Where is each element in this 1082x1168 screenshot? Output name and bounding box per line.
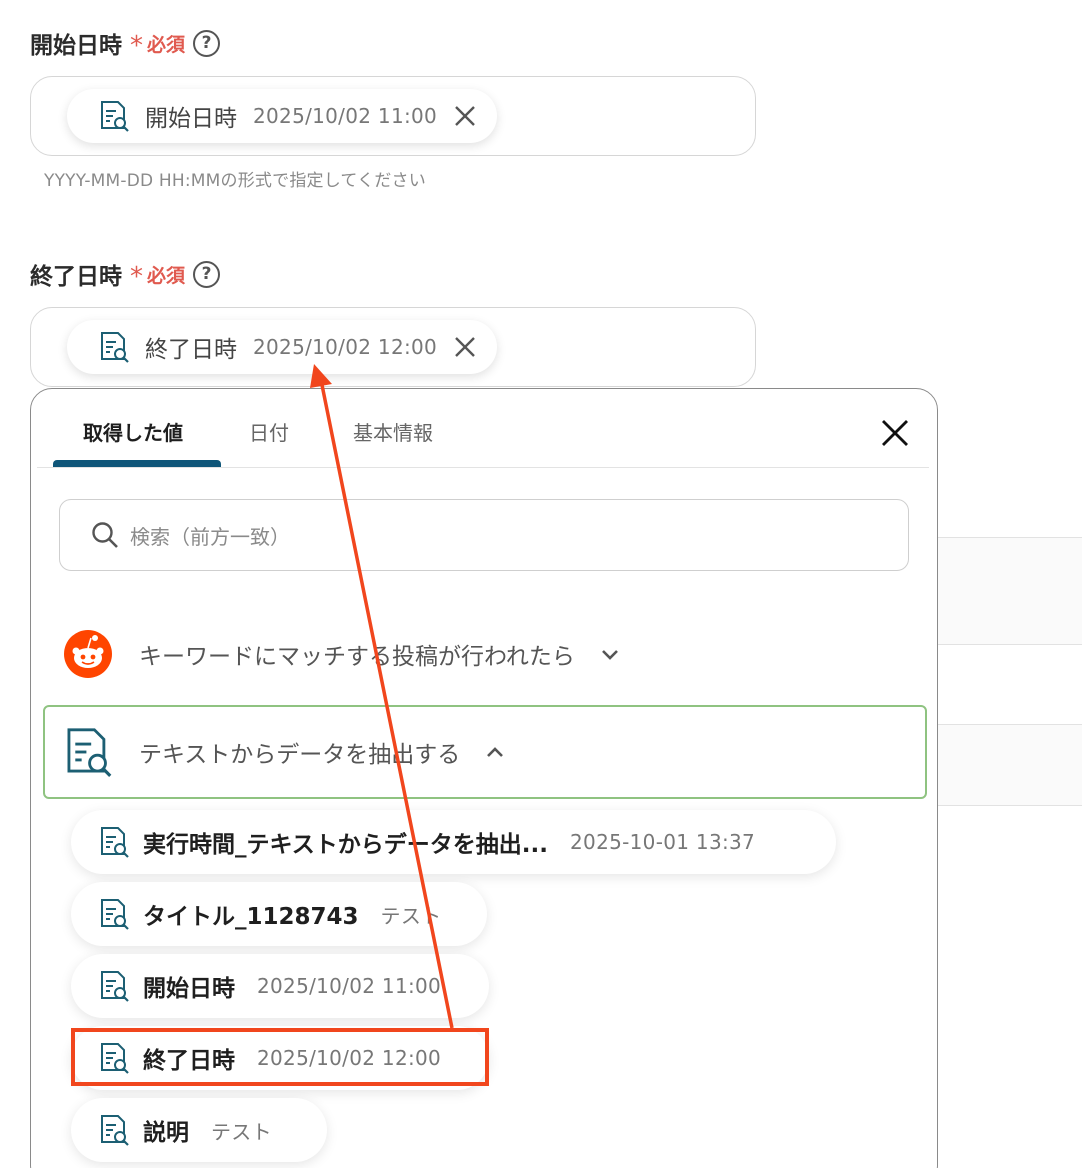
group-reddit-trigger[interactable]: キーワードにマッチする投稿が行われたら xyxy=(45,629,621,679)
item-value: 2025-10-01 13:37 xyxy=(570,830,756,854)
search-placeholder: 検索（前方一致） xyxy=(130,524,290,549)
chip-value: 2025/10/02 12:00 xyxy=(253,335,438,359)
tab-date[interactable]: 日付 xyxy=(249,417,289,446)
end-date-label-row: 終了日時 * 必須 ? xyxy=(30,257,221,292)
background-row xyxy=(936,537,1082,645)
end-date-chip[interactable]: 終了日時 2025/10/02 12:00 xyxy=(67,320,498,374)
document-search-icon xyxy=(101,101,129,132)
group-extract-text[interactable]: テキストからデータを抽出する xyxy=(43,705,927,799)
start-date-label: 開始日時 xyxy=(30,33,122,59)
search-input[interactable]: 検索（前方一致） xyxy=(59,499,909,571)
document-search-icon xyxy=(101,899,129,930)
tab-bar: 取得した値 日付 基本情報 xyxy=(31,389,937,469)
active-tab-indicator xyxy=(53,460,221,467)
required-text: 必須 xyxy=(147,33,186,56)
chevron-down-icon xyxy=(601,650,618,660)
document-search-icon xyxy=(101,827,129,858)
value-item[interactable]: タイトル_1128743 テスト xyxy=(71,882,487,946)
item-name: 説明 xyxy=(143,1120,189,1146)
help-icon[interactable]: ? xyxy=(193,260,221,288)
required-asterisk: * xyxy=(130,31,143,61)
background-row xyxy=(936,724,1082,806)
value-item[interactable]: 説明 テスト xyxy=(71,1098,327,1162)
search-icon xyxy=(92,522,118,548)
item-name: タイトル_1128743 xyxy=(143,904,359,930)
item-value: テスト xyxy=(211,1119,272,1144)
chip-name: 開始日時 xyxy=(145,106,237,132)
start-date-label-row: 開始日時 * 必須 ? xyxy=(30,26,221,61)
end-date-label: 終了日時 xyxy=(30,264,122,290)
tab-basic-info[interactable]: 基本情報 xyxy=(353,417,433,446)
remove-chip-icon[interactable] xyxy=(451,333,479,361)
remove-chip-icon[interactable] xyxy=(451,102,479,130)
start-date-chip[interactable]: 開始日時 2025/10/02 11:00 xyxy=(67,89,498,143)
chevron-up-icon xyxy=(487,747,504,757)
document-search-icon xyxy=(67,728,112,777)
tab-retrieved-values[interactable]: 取得した値 xyxy=(83,417,183,446)
help-icon[interactable]: ? xyxy=(193,29,221,57)
annotation-highlight-box xyxy=(71,1028,489,1086)
start-date-input[interactable]: 開始日時 2025/10/02 11:00 xyxy=(30,76,756,156)
chip-value: 2025/10/02 11:00 xyxy=(253,104,438,128)
item-value: テスト xyxy=(380,903,442,928)
required-text: 必須 xyxy=(147,264,186,287)
group-label: キーワードにマッチする投稿が行われたら xyxy=(139,644,575,670)
document-search-icon xyxy=(101,971,129,1002)
item-value: 2025/10/02 11:00 xyxy=(257,974,442,998)
reddit-icon xyxy=(64,630,112,678)
document-search-icon xyxy=(101,1115,129,1146)
format-hint: YYYY-MM-DD HH:MMの形式で指定してください xyxy=(44,171,426,191)
item-name: 開始日時 xyxy=(143,976,235,1002)
item-name: 実行時間_テキストからデータを抽出... xyxy=(143,832,549,858)
chip-name: 終了日時 xyxy=(145,337,237,363)
end-date-input[interactable]: 終了日時 2025/10/02 12:00 xyxy=(30,307,756,387)
document-search-icon xyxy=(101,332,129,363)
value-item[interactable]: 実行時間_テキストからデータを抽出... 2025-10-01 13:37 xyxy=(71,810,836,874)
required-asterisk: * xyxy=(130,262,143,292)
close-icon[interactable] xyxy=(879,417,911,449)
tab-divider xyxy=(37,467,929,468)
value-item[interactable]: 開始日時 2025/10/02 11:00 xyxy=(71,954,489,1018)
group-label: テキストからデータを抽出する xyxy=(139,742,461,768)
